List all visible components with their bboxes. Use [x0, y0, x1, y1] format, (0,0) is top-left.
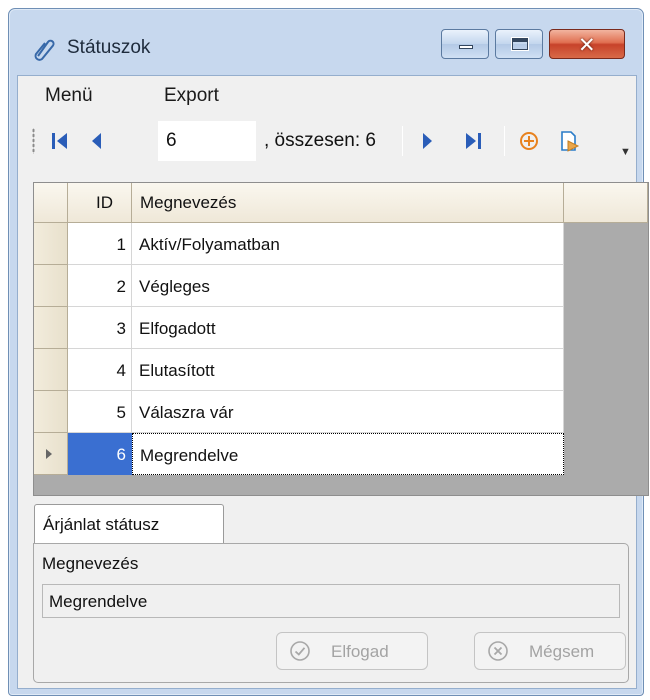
cancel-button-label: Mégsem [529, 642, 595, 661]
minimize-button[interactable] [441, 29, 489, 59]
table-row[interactable]: 5 Válaszra vár [34, 391, 648, 433]
toolbar-separator [402, 126, 403, 156]
toolbar-overflow-icon[interactable]: ▼ [620, 146, 631, 158]
name-field[interactable]: Megrendelve [42, 584, 620, 618]
cell-name[interactable]: Megrendelve [132, 433, 564, 475]
minimize-icon [459, 45, 473, 49]
add-new-icon[interactable] [518, 129, 540, 153]
cell-name[interactable]: Végleges [132, 265, 564, 307]
menu-item-menu[interactable]: Menü [45, 85, 93, 107]
app-icon [34, 39, 55, 61]
move-first-icon[interactable] [49, 129, 71, 153]
cell-id[interactable]: 4 [68, 349, 132, 391]
toolbar-separator [504, 126, 505, 156]
cell-id[interactable]: 2 [68, 265, 132, 307]
data-grid: ID Megnevezés 1 Aktív/Folyamatban 2 Végl… [33, 182, 649, 496]
window-title: Státuszok [67, 37, 151, 58]
move-next-icon[interactable] [416, 129, 438, 153]
binding-navigator: , összesen: 6 ▼ [18, 116, 636, 170]
row-header[interactable] [34, 265, 68, 307]
table-row[interactable]: 4 Elutasított [34, 349, 648, 391]
detail-tab-panel: Megnevezés Megrendelve Elfogad Mégsem [33, 543, 629, 683]
row-header[interactable] [34, 349, 68, 391]
table-row[interactable]: 1 Aktív/Folyamatban [34, 223, 648, 265]
cell-name[interactable]: Aktív/Folyamatban [132, 223, 564, 265]
move-last-icon[interactable] [462, 129, 484, 153]
menu-item-export[interactable]: Export [164, 85, 219, 107]
row-header[interactable] [34, 433, 68, 475]
grid-body: ID Megnevezés 1 Aktív/Folyamatban 2 Végl… [34, 183, 648, 495]
grid-corner-header[interactable] [34, 183, 68, 223]
cell-name[interactable]: Válaszra vár [132, 391, 564, 433]
close-icon: ✕ [578, 33, 596, 57]
accept-button-label: Elfogad [331, 642, 389, 661]
check-circle-icon [290, 641, 310, 661]
table-row[interactable]: 3 Elfogadott [34, 307, 648, 349]
toolbar-grip[interactable] [32, 128, 35, 154]
app-window: Státuszok ✕ Menü Export , összesen: 6 [8, 8, 649, 696]
accept-button[interactable]: Elfogad [276, 632, 428, 670]
record-count-label: , összesen: 6 [264, 130, 376, 151]
position-input[interactable] [158, 121, 256, 161]
column-header-filler [564, 183, 648, 223]
row-header[interactable] [34, 307, 68, 349]
table-row[interactable]: 2 Végleges [34, 265, 648, 307]
table-row-selected[interactable]: 6 Megrendelve [34, 433, 648, 475]
cell-name[interactable]: Elfogadott [132, 307, 564, 349]
cell-id[interactable]: 3 [68, 307, 132, 349]
cancel-button[interactable]: Mégsem [474, 632, 626, 670]
column-header-name[interactable]: Megnevezés [132, 183, 564, 223]
maximize-icon [512, 38, 528, 50]
row-header[interactable] [34, 391, 68, 433]
cell-id[interactable]: 6 [68, 433, 132, 475]
name-field-label: Megnevezés [42, 554, 139, 573]
row-header[interactable] [34, 223, 68, 265]
cell-id[interactable]: 5 [68, 391, 132, 433]
edit-document-icon[interactable] [558, 129, 580, 153]
menu-bar: Menü Export [18, 76, 636, 116]
move-previous-icon[interactable] [86, 129, 108, 153]
cell-id[interactable]: 1 [68, 223, 132, 265]
close-button[interactable]: ✕ [549, 29, 625, 59]
cell-name[interactable]: Elutasított [132, 349, 564, 391]
column-header-id[interactable]: ID [68, 183, 132, 223]
cancel-circle-icon [488, 641, 508, 661]
tab-arjanlat-statusz[interactable]: Árjánlat státusz [34, 504, 224, 544]
maximize-button[interactable] [495, 29, 543, 59]
client-area: Menü Export , összesen: 6 [17, 75, 649, 689]
current-row-icon [46, 449, 52, 459]
title-bar[interactable]: Státuszok ✕ [9, 9, 643, 77]
